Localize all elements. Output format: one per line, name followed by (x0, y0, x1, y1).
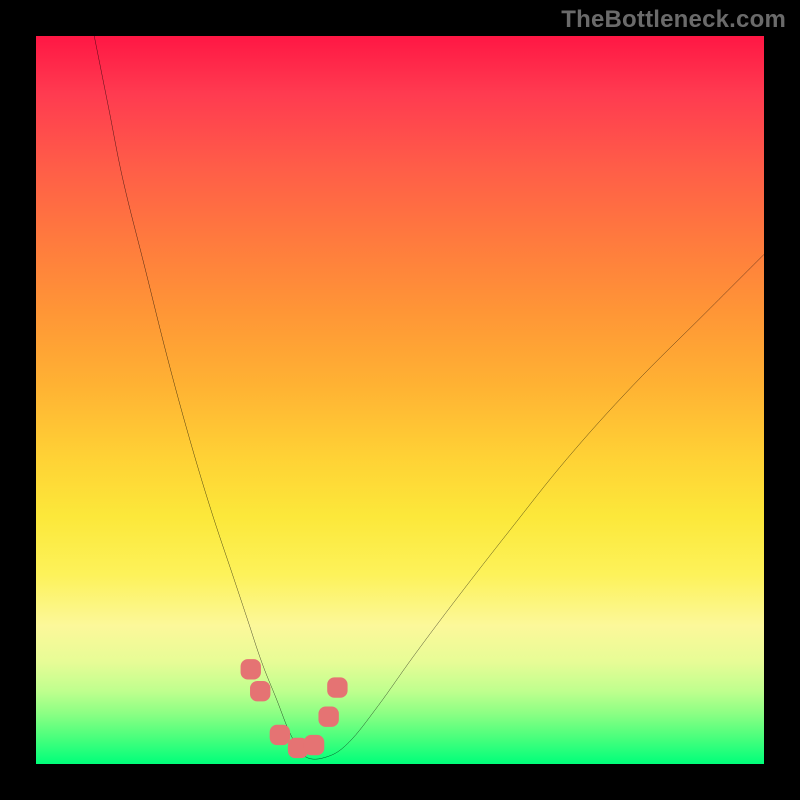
marker (250, 681, 270, 701)
marker (270, 725, 290, 745)
watermark-text: TheBottleneck.com (561, 6, 786, 34)
marker (327, 677, 347, 697)
chart-svg (36, 36, 764, 764)
marker-group (241, 659, 348, 758)
bottleneck-curve (94, 36, 764, 759)
plot-area (36, 36, 764, 764)
marker (241, 659, 261, 679)
marker (304, 735, 324, 755)
marker (318, 706, 338, 726)
